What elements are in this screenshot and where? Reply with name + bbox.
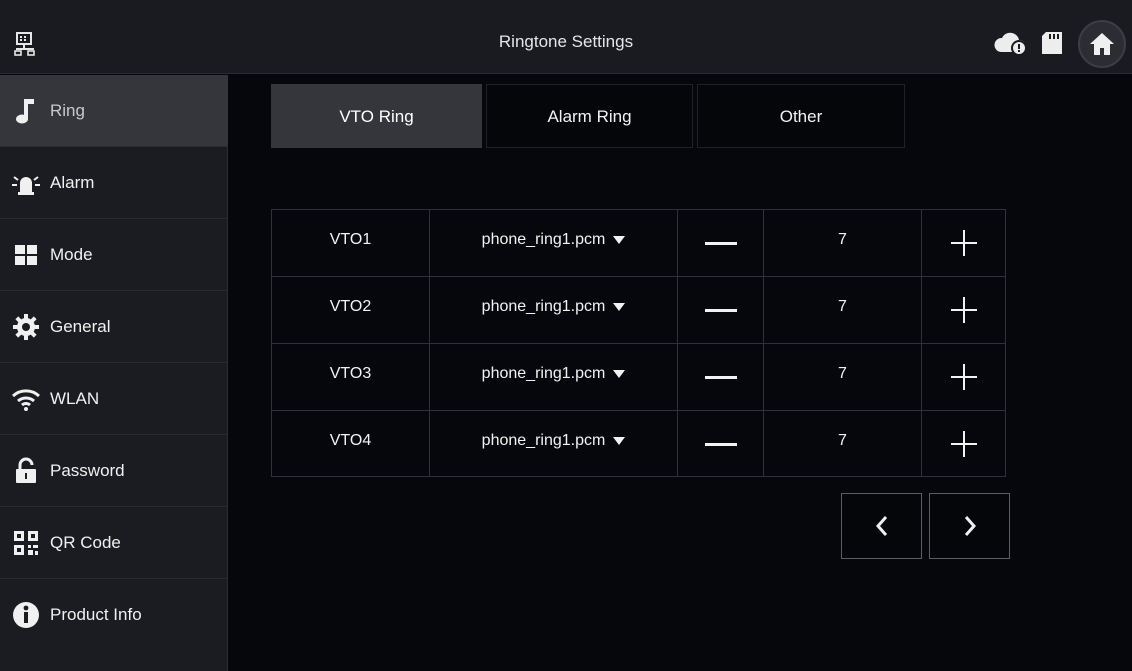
sidebar-item-alarm[interactable]: Alarm (0, 147, 228, 219)
sidebar-item-qr-code[interactable]: QR Code (0, 507, 228, 579)
minus-icon (704, 308, 737, 312)
network-icon (14, 32, 35, 56)
tab-alarm-ring[interactable]: Alarm Ring (486, 84, 693, 148)
table-row: VTO1 phone_ring1.pcm 7 (272, 210, 1005, 277)
volume-increase-button[interactable] (922, 344, 1005, 410)
dropdown-caret-icon (613, 370, 626, 378)
volume-decrease-button[interactable] (678, 210, 764, 276)
minus-icon (704, 442, 737, 446)
volume-decrease-button[interactable] (678, 344, 764, 410)
volume-value: 7 (764, 277, 922, 343)
dropdown-caret-icon (613, 437, 626, 445)
home-icon (1090, 33, 1114, 55)
plus-icon (950, 431, 977, 457)
sidebar-item-label: General (50, 316, 111, 336)
ringtone-value: phone_ring1.pcm (481, 432, 606, 449)
minus-icon (704, 241, 737, 245)
device-name: VTO3 (272, 344, 430, 410)
alarm-light-icon (8, 165, 44, 201)
sidebar-item-label: Password (50, 460, 125, 480)
sidebar-item-general[interactable]: General (0, 291, 228, 363)
ringtone-value: phone_ring1.pcm (481, 365, 606, 382)
volume-increase-button[interactable] (922, 411, 1005, 477)
dropdown-caret-icon (613, 303, 626, 311)
sidebar-item-label: Product Info (50, 605, 142, 624)
plus-icon (950, 230, 977, 256)
home-button[interactable] (1078, 20, 1126, 68)
sidebar-item-label: QR Code (50, 532, 121, 552)
volume-value: 7 (764, 344, 922, 410)
sidebar-item-ring[interactable]: Ring (0, 75, 228, 147)
ringtone-value: phone_ring1.pcm (481, 298, 606, 315)
sd-card-icon[interactable] (1040, 30, 1064, 56)
chevron-right-icon (964, 516, 976, 536)
ringtone-select[interactable]: phone_ring1.pcm (430, 277, 678, 343)
info-icon (8, 597, 44, 633)
sidebar: Ring Alarm Mode General WLAN Password QR… (0, 75, 228, 671)
table-row: VTO2 phone_ring1.pcm 7 (272, 277, 1005, 344)
page-title: Ringtone Settings (498, 32, 634, 51)
cloud-icon[interactable] (994, 30, 1028, 56)
qr-code-icon (8, 525, 44, 561)
volume-value: 7 (764, 411, 922, 477)
chevron-left-icon (875, 516, 887, 536)
prev-page-button[interactable] (841, 493, 922, 559)
dropdown-caret-icon (613, 236, 626, 244)
tab-vto-ring[interactable]: VTO Ring (271, 84, 482, 148)
plus-icon (950, 364, 977, 390)
volume-increase-button[interactable] (922, 210, 1005, 276)
wifi-icon (8, 381, 44, 417)
plus-icon (950, 297, 977, 323)
mode-grid-icon (8, 237, 44, 273)
volume-decrease-button[interactable] (678, 411, 764, 477)
device-name: VTO2 (272, 277, 430, 343)
top-bar: Ringtone Settings (0, 0, 1132, 74)
music-note-icon (8, 93, 44, 129)
sidebar-item-label: Alarm (50, 172, 95, 192)
device-name: VTO1 (272, 210, 430, 276)
sidebar-item-wlan[interactable]: WLAN (0, 363, 228, 435)
gear-icon (8, 309, 44, 345)
sidebar-item-label: Ring (50, 100, 85, 120)
ringtone-select[interactable]: phone_ring1.pcm (430, 411, 678, 477)
volume-decrease-button[interactable] (678, 277, 764, 343)
lock-icon (8, 453, 44, 489)
volume-value: 7 (764, 210, 922, 276)
sidebar-item-product-info[interactable]: Product Info (0, 579, 228, 651)
table-row: VTO3 phone_ring1.pcm 7 (272, 344, 1005, 411)
device-name: VTO4 (272, 411, 430, 477)
tab-other[interactable]: Other (697, 84, 905, 148)
next-page-button[interactable] (929, 493, 1010, 559)
sidebar-item-mode[interactable]: Mode (0, 219, 228, 291)
sidebar-item-password[interactable]: Password (0, 435, 228, 507)
sidebar-item-label: Mode (50, 244, 93, 264)
ringtone-value: phone_ring1.pcm (481, 231, 606, 248)
minus-icon (704, 375, 737, 379)
table-row: VTO4 phone_ring1.pcm 7 (272, 411, 1005, 478)
sidebar-item-label: WLAN (50, 388, 100, 408)
volume-increase-button[interactable] (922, 277, 1005, 343)
ringtone-select[interactable]: phone_ring1.pcm (430, 210, 678, 276)
ring-table: VTO1 phone_ring1.pcm 7 VTO2 phone_ring1.… (271, 209, 1006, 477)
ringtone-select[interactable]: phone_ring1.pcm (430, 344, 678, 410)
